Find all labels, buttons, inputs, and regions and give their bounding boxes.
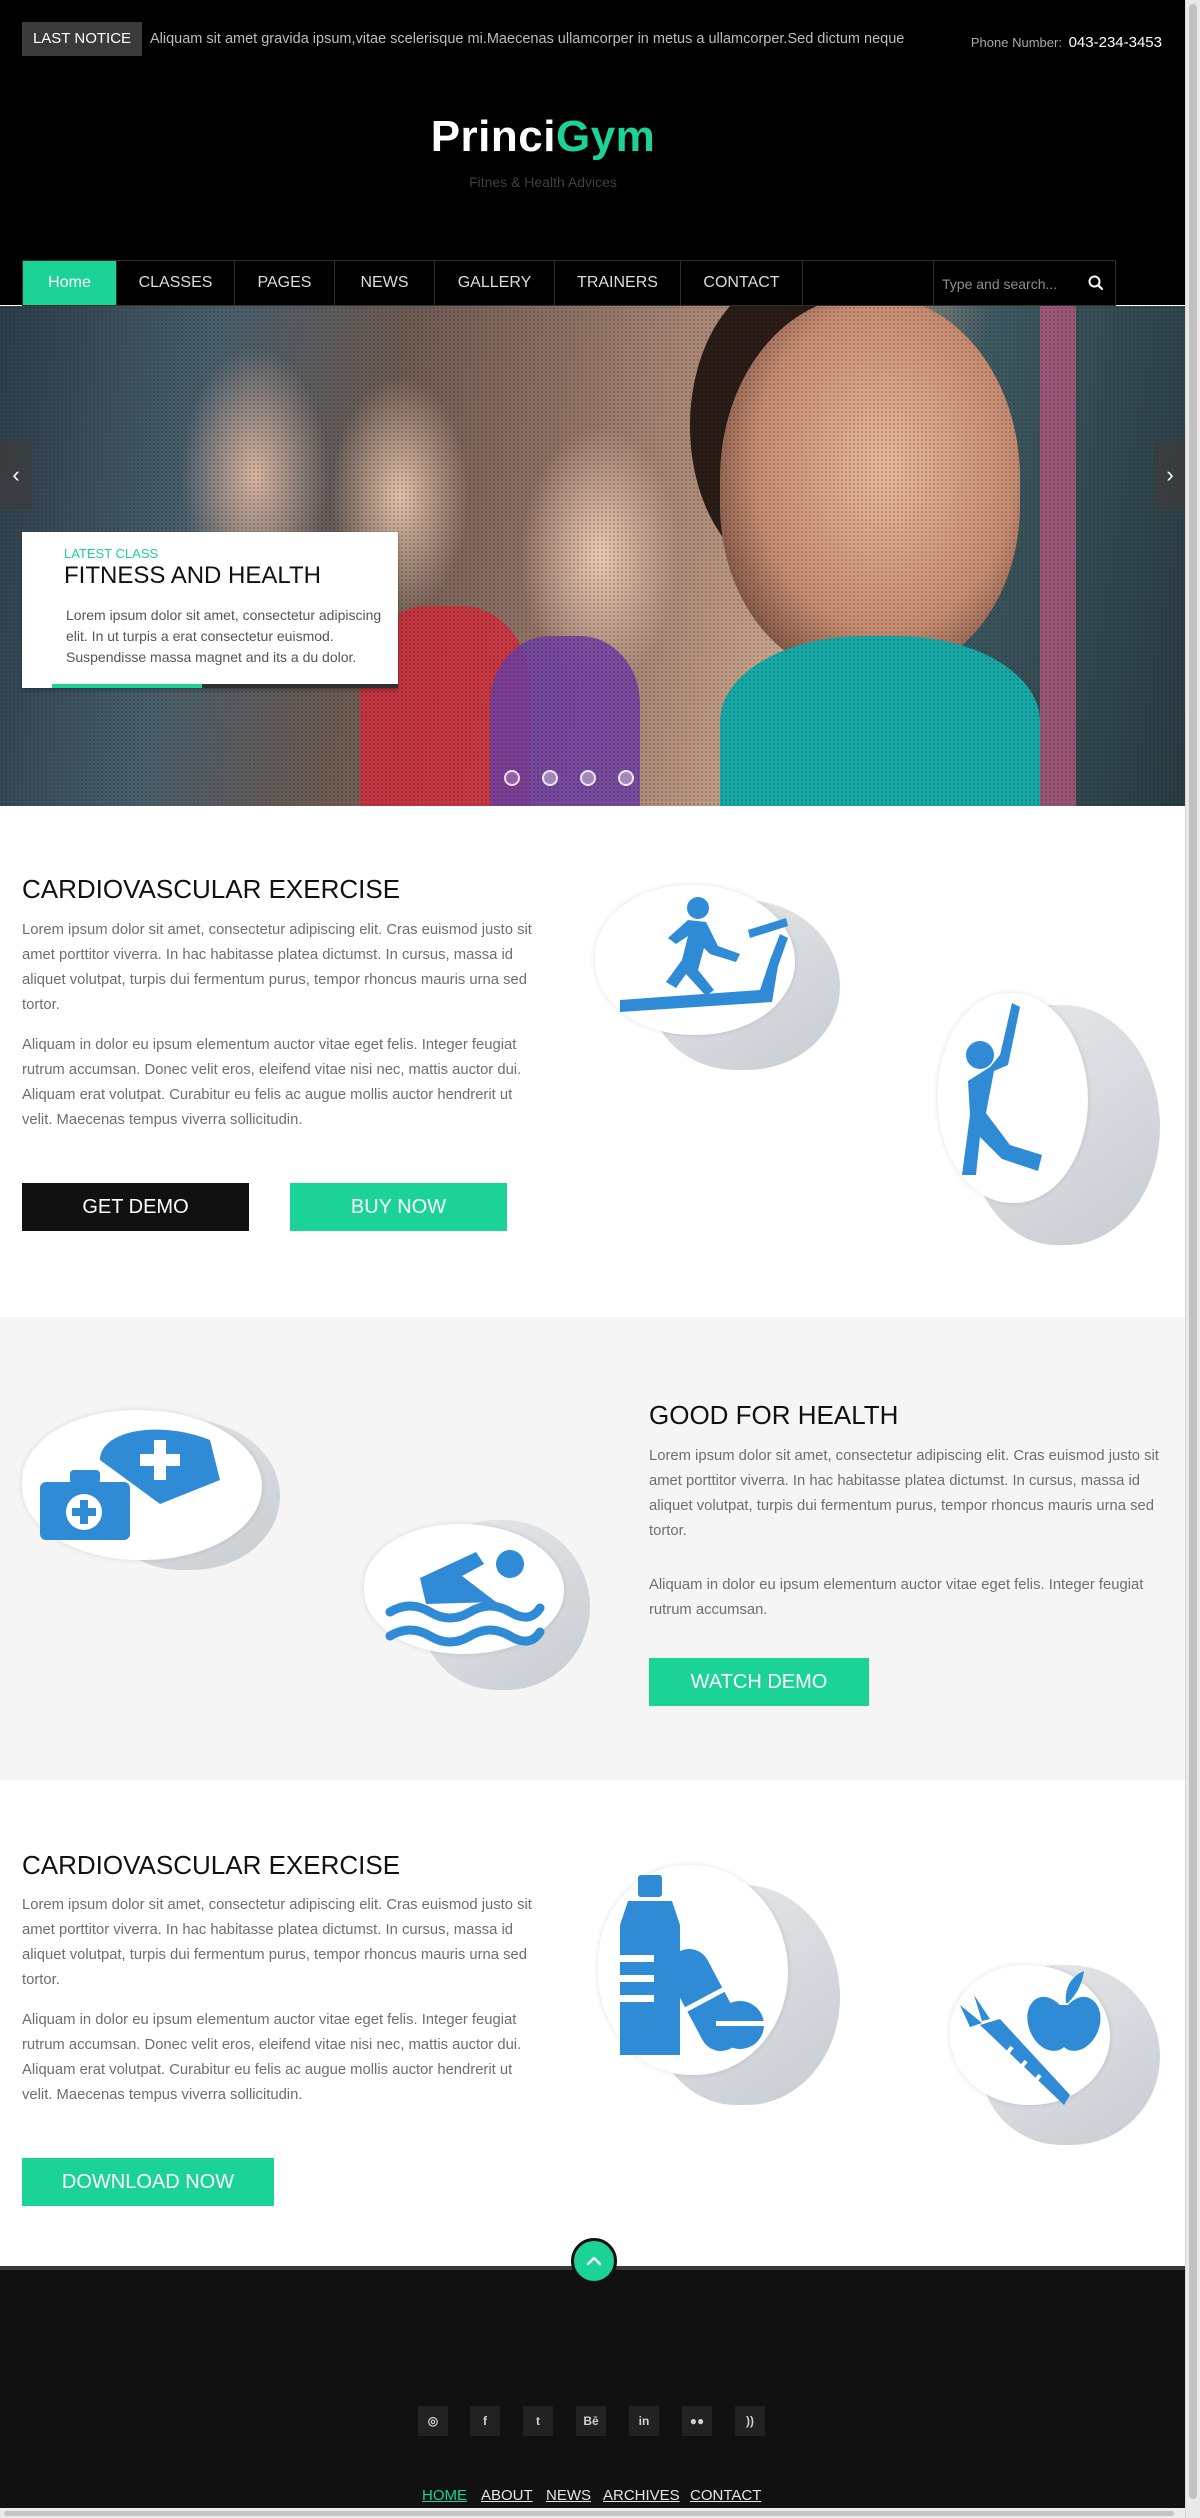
- slider-prev-button[interactable]: ‹: [0, 440, 32, 510]
- site-header: LAST NOTICE Aliquam sit amet gravida ips…: [0, 0, 1186, 306]
- section3-paragraph-2: Aliquam in dolor eu ipsum elementum auct…: [22, 2012, 522, 2103]
- section1-title: CARDIOVASCULAR EXERCISE: [22, 874, 401, 904]
- caption-progress-bar: [52, 684, 398, 688]
- first-aid-sticker: [20, 1400, 290, 1580]
- caption-label: LATEST CLASS: [64, 546, 159, 561]
- site-tagline: Fitnes & Health Advices: [469, 174, 617, 190]
- footer-link-home[interactable]: HOME: [422, 2487, 467, 2504]
- footer-link-contact[interactable]: CONTACT: [690, 2487, 761, 2504]
- main-navigation: Home CLASSES PAGES NEWS GALLERY TRAINERS…: [22, 260, 1116, 306]
- section2-title: GOOD FOR HEALTH: [649, 1400, 899, 1430]
- treadmill-sticker: [590, 880, 850, 1080]
- treadmill-icon: [620, 897, 788, 1012]
- section3-title: CARDIOVASCULAR EXERCISE: [22, 1850, 401, 1880]
- site-logo[interactable]: PrinciGym: [0, 112, 1086, 162]
- first-aid-kit-icon: [40, 1429, 220, 1540]
- phone-info: Phone Number: 043-234-3453: [971, 34, 1162, 51]
- slider-dot-2[interactable]: [542, 770, 558, 786]
- footer-link-archives[interactable]: ARCHIVES: [603, 2487, 680, 2504]
- last-notice-badge: LAST NOTICE: [22, 22, 142, 56]
- section1-paragraph-1: Lorem ipsum dolor sit amet, consectetur …: [22, 922, 532, 1013]
- nav-item-classes[interactable]: CLASSES: [117, 261, 235, 305]
- site-footer: [0, 2266, 1186, 2518]
- rss-icon[interactable]: )): [735, 2406, 765, 2436]
- water-bottle-pills-icon: [620, 1875, 764, 2055]
- slide-caption: LATEST CLASS FITNESS AND HEALTH Lorem ip…: [22, 532, 398, 688]
- facebook-icon[interactable]: f: [470, 2406, 500, 2436]
- search-input[interactable]: [940, 272, 1084, 296]
- phone-label: Phone Number:: [970, 35, 1062, 50]
- bottle-pills-sticker: [590, 1855, 850, 2115]
- caption-title[interactable]: FITNESS AND HEALTH: [64, 562, 321, 590]
- dribbble-icon[interactable]: ◎: [418, 2406, 448, 2436]
- get-demo-button[interactable]: GET DEMO: [22, 1183, 249, 1231]
- swimmer-icon: [385, 1550, 545, 1647]
- stretching-person-icon: [962, 1003, 1042, 1175]
- buy-now-button[interactable]: BUY NOW: [290, 1183, 507, 1231]
- twitter-icon[interactable]: t: [523, 2406, 553, 2436]
- slider-next-button[interactable]: ›: [1154, 440, 1186, 510]
- carrot-apple-sticker: [930, 1945, 1170, 2155]
- nav-item-contact[interactable]: CONTACT: [681, 261, 803, 305]
- section1-paragraph-2: Aliquam in dolor eu ipsum elementum auct…: [22, 1037, 522, 1128]
- section2-paragraph-2: Aliquam in dolor eu ipsum elementum auct…: [649, 1577, 1144, 1618]
- download-now-button[interactable]: DOWNLOAD NOW: [22, 2158, 274, 2206]
- search-icon[interactable]: [1086, 273, 1106, 293]
- section3-paragraph-1: Lorem ipsum dolor sit amet, consectetur …: [22, 1897, 532, 1988]
- footer-link-news[interactable]: NEWS: [546, 2487, 591, 2504]
- slider-dot-4[interactable]: [618, 770, 634, 786]
- footer-link-about[interactable]: ABOUT: [481, 2487, 533, 2504]
- logo-text-part2: Gym: [555, 112, 656, 161]
- nav-item-gallery[interactable]: GALLERY: [435, 261, 555, 305]
- watch-demo-button[interactable]: WATCH DEMO: [649, 1658, 869, 1706]
- nav-item-trainers[interactable]: TRAINERS: [555, 261, 681, 305]
- swimmer-sticker: [360, 1510, 600, 1690]
- phone-number[interactable]: 043-234-3453: [1069, 34, 1162, 51]
- caption-progress-fill: [52, 684, 202, 688]
- carrot-apple-icon: [960, 1971, 1101, 2105]
- caption-text: Lorem ipsum dolor sit amet, consectetur …: [66, 607, 382, 665]
- section2-paragraph-1: Lorem ipsum dolor sit amet, consectetur …: [649, 1448, 1159, 1539]
- linkedin-icon[interactable]: in: [629, 2406, 659, 2436]
- nav-item-pages[interactable]: PAGES: [235, 261, 335, 305]
- logo-text-part1: Princi: [430, 112, 556, 161]
- flickr-icon[interactable]: ●●: [682, 2406, 712, 2436]
- slider-dot-1[interactable]: [504, 770, 520, 786]
- horizontal-scrollbar[interactable]: [0, 2508, 1186, 2518]
- slider-dot-3[interactable]: [580, 770, 596, 786]
- vertical-scrollbar-thumb[interactable]: [1189, 4, 1197, 2499]
- page: LAST NOTICE Aliquam sit amet gravida ips…: [0, 0, 1186, 2518]
- stretching-sticker: [930, 985, 1170, 1255]
- nav-item-home[interactable]: Home: [23, 261, 117, 305]
- horizontal-scrollbar-thumb[interactable]: [4, 2511, 1174, 2516]
- nav-search: [933, 261, 1116, 305]
- back-to-top-button[interactable]: [571, 2238, 617, 2284]
- notice-ticker-text[interactable]: Aliquam sit amet gravida ipsum,vitae sce…: [150, 22, 940, 56]
- nav-item-news[interactable]: NEWS: [335, 261, 435, 305]
- vertical-scrollbar[interactable]: [1185, 0, 1200, 2518]
- chevron-up-icon: [586, 2256, 602, 2266]
- behance-icon[interactable]: Bē: [576, 2406, 606, 2436]
